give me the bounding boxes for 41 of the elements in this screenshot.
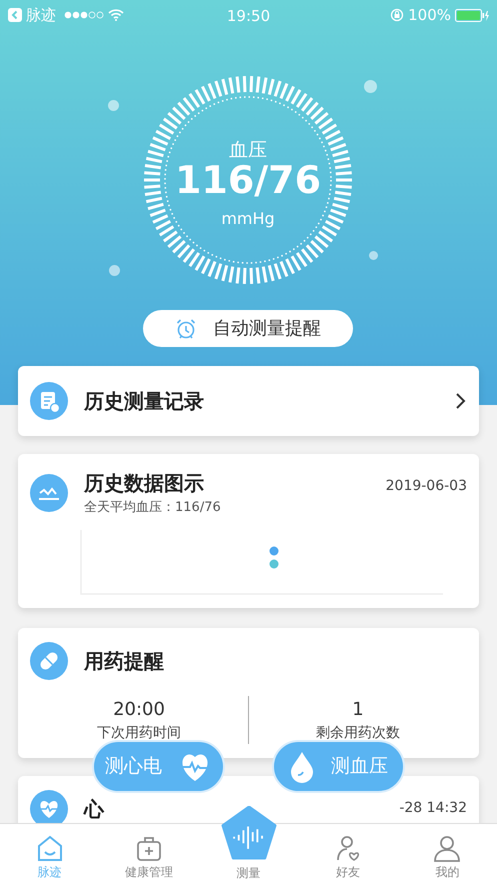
- measure-ecg-button[interactable]: 测心电: [92, 740, 225, 793]
- unit-label: mmHg: [220, 208, 276, 230]
- status-time: 19:50: [226, 6, 270, 27]
- person-icon: [432, 833, 462, 863]
- stat-value: 20:00: [112, 698, 166, 722]
- stat-label: 下次用药时间: [96, 724, 182, 742]
- average-pressure-text: 全天平均血压：116/76: [84, 499, 221, 517]
- battery-percent: 100%: [408, 4, 451, 26]
- wifi-icon: [108, 9, 124, 21]
- pill-icon: [30, 642, 68, 680]
- back-icon[interactable]: [8, 8, 22, 22]
- date-text: -28 14:32: [399, 798, 467, 818]
- bubble: [369, 251, 378, 260]
- blood-pressure-reading: 116/76: [174, 160, 322, 202]
- date-text: 2019-06-03: [386, 477, 467, 496]
- auto-reminder-button[interactable]: 自动测量提醒: [143, 310, 353, 347]
- alarm-clock-icon: [175, 318, 197, 340]
- bubble: [109, 265, 120, 276]
- measure-bp-button[interactable]: 测血压: [272, 740, 405, 793]
- drop-icon: [289, 750, 315, 782]
- bubble: [364, 80, 377, 93]
- document-icon: [30, 382, 68, 420]
- tab-item[interactable]: 我的: [398, 824, 497, 883]
- measure-label: 血压: [228, 138, 268, 163]
- chevron-right-icon: [455, 392, 467, 410]
- card-title: 用药提醒: [84, 648, 164, 674]
- back-label[interactable]: 脉迹: [26, 4, 56, 26]
- tab-item[interactable]: 健康管理: [99, 824, 199, 883]
- tab-item[interactable]: 好友: [298, 824, 398, 883]
- card-title: 历史数据图示: [84, 470, 205, 497]
- card-title: 历史测量记录: [84, 388, 204, 415]
- card-background[interactable]: 历史测量记录: [18, 366, 479, 436]
- tab-item[interactable]: 测量: [198, 797, 298, 883]
- signal-icon: [64, 11, 104, 19]
- rotation-lock-icon: [390, 8, 404, 22]
- tab-item[interactable]: 脉迹: [0, 824, 100, 883]
- card-title: 心: [84, 796, 104, 822]
- bubble: [108, 100, 119, 111]
- battery-icon: [455, 8, 489, 22]
- stat-value: 1: [351, 698, 365, 722]
- stat-label: 剩余用药次数: [315, 724, 401, 742]
